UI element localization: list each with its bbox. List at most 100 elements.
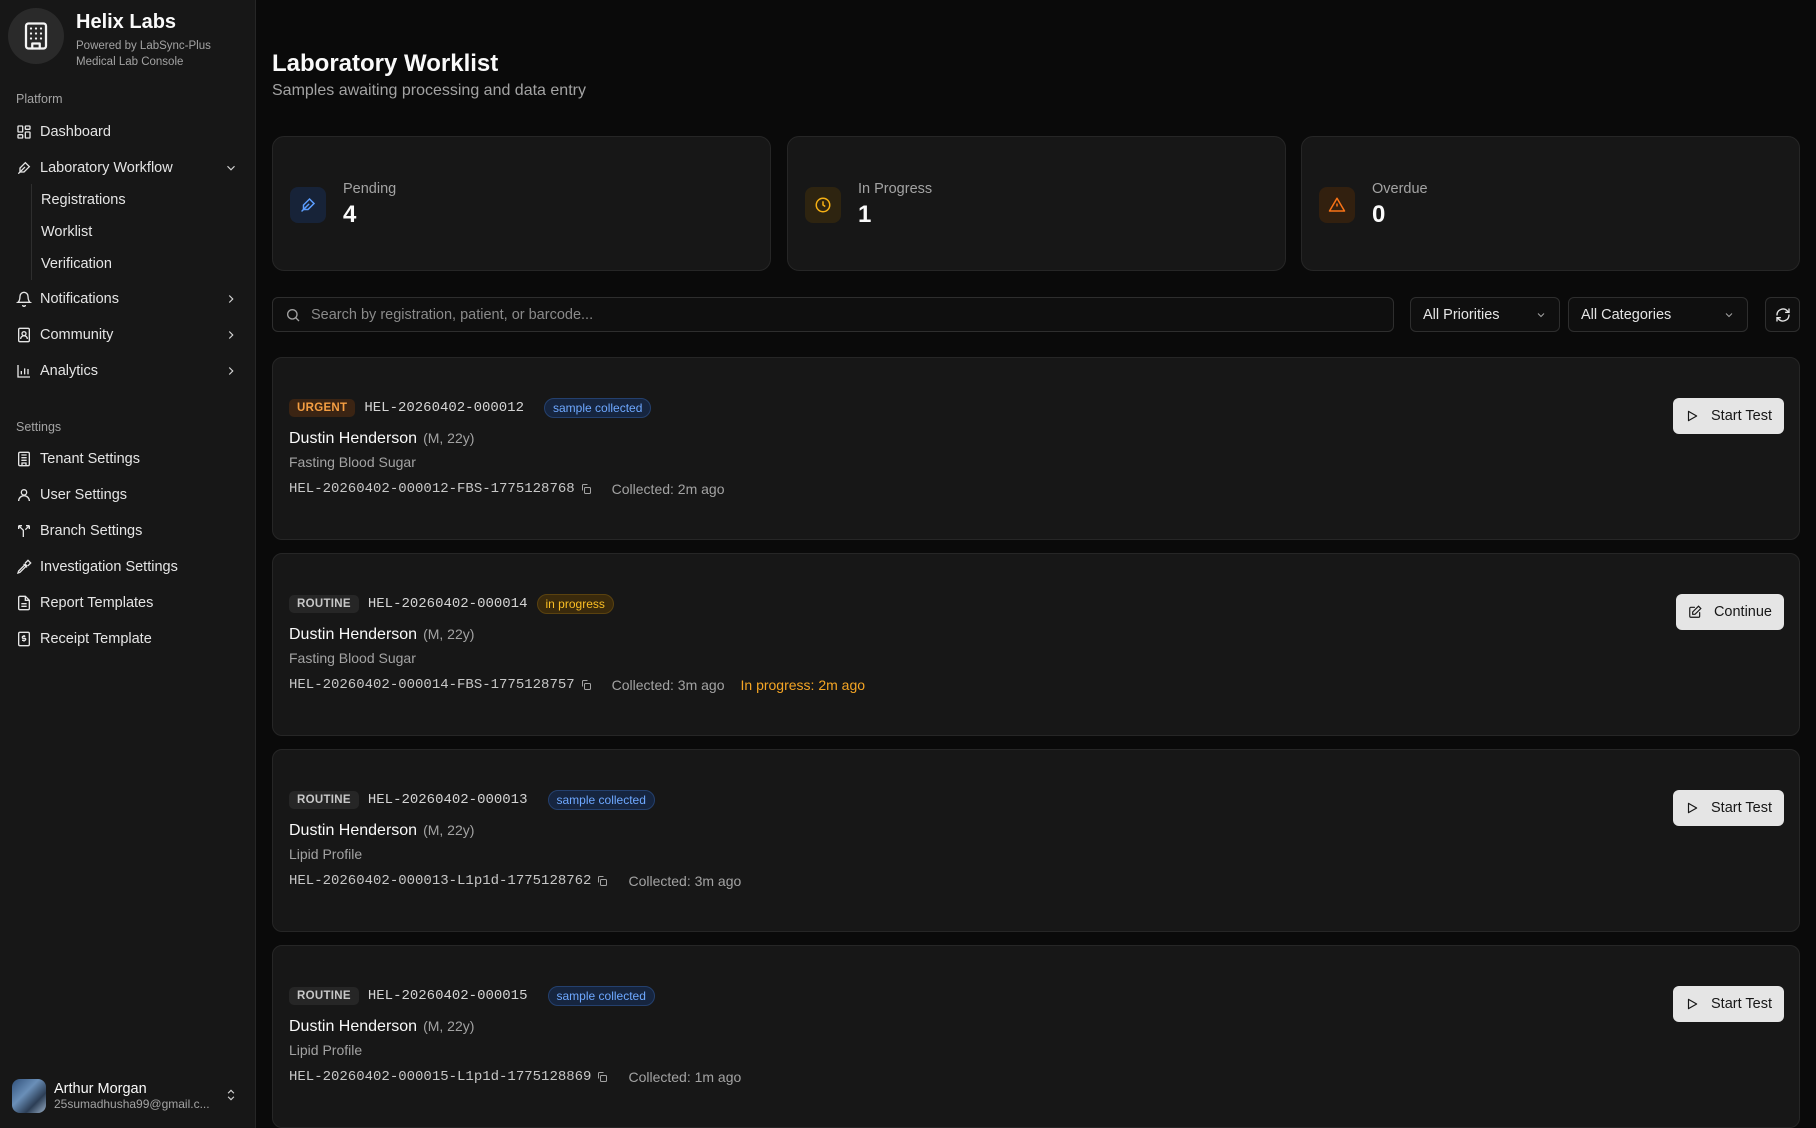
sidebar-item-receipt-template[interactable]: Receipt Template	[8, 623, 248, 655]
sidebar: Helix Labs Powered by LabSync-Plus Medic…	[0, 0, 256, 1128]
chevrons-up-down-icon	[224, 1088, 238, 1105]
start-test-label: Start Test	[1711, 408, 1772, 424]
test-name: Lipid Profile	[289, 1042, 363, 1058]
sidebar-item-notifications[interactable]: Notifications	[8, 283, 248, 315]
category-select[interactable]: All Categories	[1568, 297, 1748, 332]
start-test-label: Start Test	[1711, 800, 1772, 816]
play-icon	[1685, 409, 1699, 423]
barcode: HEL-20260402-000014-FBS-1775128757	[289, 677, 575, 693]
dashboard-icon	[16, 124, 32, 140]
priority-select[interactable]: All Priorities	[1410, 297, 1560, 332]
patient-meta: (M, 22y)	[423, 430, 475, 446]
sidebar-item-user-settings[interactable]: User Settings	[8, 479, 248, 511]
barcode: HEL-20260402-000013-L1p1d-1775128762	[289, 873, 592, 889]
brand[interactable]: Helix Labs Powered by LabSync-Plus Medic…	[8, 8, 211, 70]
clock-icon	[805, 187, 841, 223]
sidebar-item-label: Branch Settings	[40, 523, 143, 539]
copy-icon[interactable]	[580, 679, 592, 691]
registration-id: HEL-20260402-000015	[367, 988, 528, 1004]
patient-meta: (M, 22y)	[423, 1018, 475, 1034]
collected-time: Collected: 3m ago	[628, 873, 742, 889]
file-icon	[16, 595, 32, 611]
stat-card-in-progress: In Progress 1	[787, 136, 1286, 271]
community-icon	[16, 327, 32, 343]
search-input[interactable]	[311, 306, 1371, 323]
user-menu[interactable]: Arthur Morgan 25sumadhusha99@gmail.c...	[12, 1076, 244, 1116]
pencil-icon	[290, 187, 326, 223]
stat-card-overdue: Overdue 0	[1301, 136, 1800, 271]
barcode: HEL-20260402-000012-FBS-1775128768	[289, 481, 575, 497]
patient-name: Dustin Henderson	[289, 1018, 418, 1035]
play-icon	[1685, 801, 1699, 815]
platform-group-label: Platform	[16, 92, 63, 106]
stat-value: 4	[343, 201, 357, 228]
avatar	[12, 1079, 46, 1113]
worklist-card: URGENT HEL-20260402-000012 sample collec…	[272, 357, 1800, 540]
copy-icon[interactable]	[596, 1071, 608, 1083]
sidebar-item-branch-settings[interactable]: Branch Settings	[8, 515, 248, 547]
sidebar-item-dashboard[interactable]: Dashboard	[8, 116, 248, 148]
stat-value: 0	[1372, 201, 1386, 228]
search-icon	[285, 307, 301, 323]
chevron-right-icon	[224, 328, 238, 342]
chevron-down-icon	[1723, 309, 1735, 321]
sidebar-item-label: Community	[40, 327, 114, 343]
status-badge: sample collected	[544, 398, 652, 418]
status-badge: sample collected	[547, 790, 655, 810]
test-name: Lipid Profile	[289, 846, 363, 862]
start-test-button[interactable]: Start Test	[1673, 986, 1784, 1022]
refresh-button[interactable]	[1765, 297, 1800, 332]
category-select-value: All Categories	[1581, 306, 1672, 323]
sidebar-item-laboratory-workflow[interactable]: Laboratory Workflow	[8, 152, 248, 184]
user-email: 25sumadhusha99@gmail.c...	[54, 1097, 210, 1111]
test-name: Fasting Blood Sugar	[289, 650, 416, 666]
sidebar-item-label: Dashboard	[40, 124, 111, 140]
warning-icon	[1319, 187, 1355, 223]
sidebar-item-label: Receipt Template	[40, 631, 152, 647]
continue-button[interactable]: Continue	[1675, 594, 1784, 630]
chevron-right-icon	[224, 292, 238, 306]
priority-badge: URGENT	[289, 399, 356, 417]
stat-label: In Progress	[858, 181, 933, 197]
sidebar-item-label: Tenant Settings	[40, 451, 140, 467]
brand-console: Medical Lab Console	[76, 56, 184, 68]
sidebar-item-analytics[interactable]: Analytics	[8, 355, 248, 387]
status-badge: sample collected	[547, 986, 655, 1006]
patient-name: Dustin Henderson	[289, 822, 418, 839]
chevron-down-icon	[1535, 309, 1547, 321]
sidebar-item-label: Notifications	[40, 291, 119, 307]
status-badge: in progress	[536, 594, 614, 614]
search-box	[272, 297, 1394, 332]
start-test-label: Start Test	[1711, 996, 1772, 1012]
sidebar-item-label: Investigation Settings	[40, 559, 178, 575]
sidebar-item-investigation-settings[interactable]: Investigation Settings	[8, 551, 248, 583]
copy-icon[interactable]	[580, 483, 592, 495]
priority-badge: ROUTINE	[289, 595, 359, 613]
in-progress-time: In progress: 2m ago	[740, 677, 866, 693]
sidebar-item-label: User Settings	[40, 487, 128, 503]
chevron-right-icon	[224, 364, 238, 378]
sidebar-item-tenant-settings[interactable]: Tenant Settings	[8, 443, 248, 475]
worklist-card: ROUTINE HEL-20260402-000013 sample colle…	[272, 749, 1800, 932]
copy-icon[interactable]	[596, 875, 608, 887]
worklist-card: ROUTINE HEL-20260402-000014 in progress …	[272, 553, 1800, 736]
sidebar-item-report-templates[interactable]: Report Templates	[8, 587, 248, 619]
patient-name: Dustin Henderson	[289, 430, 418, 447]
submenu-divider	[31, 184, 32, 280]
sidebar-item-community[interactable]: Community	[8, 319, 248, 351]
sidebar-item-label: Analytics	[40, 363, 99, 379]
start-test-button[interactable]: Start Test	[1673, 398, 1784, 434]
edit-icon	[1688, 605, 1702, 619]
stat-label: Overdue	[1372, 181, 1428, 197]
sidebar-item-verification[interactable]: Verification	[34, 250, 234, 278]
sidebar-item-label: Laboratory Workflow	[40, 160, 173, 176]
sidebar-item-worklist[interactable]: Worklist	[34, 218, 234, 246]
sidebar-item-registrations[interactable]: Registrations	[34, 186, 234, 214]
registration-id: HEL-20260402-000012	[364, 400, 524, 416]
collected-time: Collected: 2m ago	[611, 481, 725, 497]
pipette-icon	[16, 559, 32, 575]
receipt-icon	[16, 631, 32, 647]
registration-id: HEL-20260402-000014	[367, 596, 528, 612]
branch-icon	[16, 523, 32, 539]
start-test-button[interactable]: Start Test	[1673, 790, 1784, 826]
